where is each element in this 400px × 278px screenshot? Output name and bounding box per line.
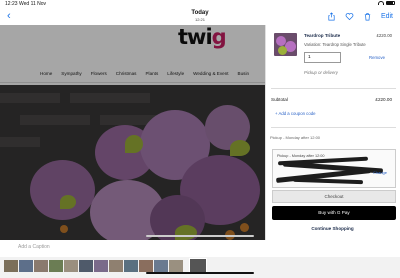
home-indicator (146, 272, 254, 274)
wifi-icon (378, 1, 384, 5)
google-pay-button[interactable]: Buy with G Pay (272, 206, 396, 220)
website-page: twig Home Sympathy Flowers Christmas Pla… (0, 25, 265, 240)
subtotal-value: £220.00 (375, 97, 392, 102)
screenshot-photo: twig Home Sympathy Flowers Christmas Pla… (0, 25, 400, 240)
redaction (292, 177, 364, 185)
page-overlay (0, 25, 265, 240)
cart-item-name[interactable]: Teardrop Tribute (304, 33, 340, 38)
thumbnail[interactable] (124, 260, 138, 272)
thumbnail[interactable] (34, 260, 48, 272)
status-right (378, 1, 395, 5)
checkout-section: Pickup - Monday after 12:00 Pickup - Mon… (265, 135, 400, 240)
edit-button[interactable]: Edit (381, 13, 393, 20)
photos-toolbar: ‹ Today 12:21 Edit (0, 9, 400, 26)
remove-link[interactable]: Remove (369, 55, 385, 60)
thumbnail[interactable] (19, 260, 33, 272)
product-thumbnail (274, 33, 297, 56)
address-text: Pickup - Monday after 12:00 (277, 154, 325, 158)
cart-item-price: £220.00 (376, 33, 392, 38)
cart-item-variation: Variation: Teardrop Single Tribute (304, 42, 366, 47)
caption-bar: Add a Caption (0, 240, 400, 256)
status-time: 12:23 (5, 1, 18, 7)
continue-shopping-link[interactable]: Continue Shopping (265, 226, 400, 231)
thumbnail[interactable] (169, 260, 183, 272)
share-icon[interactable] (327, 12, 336, 21)
thumbnail[interactable] (139, 260, 153, 272)
subtotal-label: Subtotal (271, 97, 288, 102)
quantity-input[interactable]: 1 (304, 52, 341, 63)
heart-icon[interactable] (345, 12, 354, 21)
photo-filmstrip[interactable] (0, 257, 400, 278)
status-bar: 12:23 Wed 11 Nov (0, 0, 400, 9)
shipping-label: Pickup - Monday after 12:00 (270, 135, 321, 140)
thumbnail[interactable] (49, 260, 63, 272)
thumbnail[interactable] (154, 260, 168, 272)
trash-icon[interactable] (363, 12, 372, 21)
status-date: Wed 11 Nov (19, 1, 47, 7)
toolbar-actions: Edit (327, 12, 393, 21)
thumbnail[interactable] (64, 260, 78, 272)
thumbnail[interactable] (79, 260, 93, 272)
thumbnail[interactable] (109, 260, 123, 272)
battery-icon (386, 1, 395, 5)
checkout-button[interactable]: Checkout (272, 190, 396, 203)
scroll-indicator (146, 235, 254, 237)
pickup-delivery-label: Pickup or delivery (304, 70, 338, 75)
change-link[interactable]: Change (373, 170, 387, 175)
thumbnail[interactable] (4, 260, 18, 272)
caption-input[interactable]: Add a Caption (18, 244, 50, 250)
thumbnail[interactable] (94, 260, 108, 272)
divider (271, 127, 396, 128)
divider (271, 88, 396, 89)
pickup-address-card: Pickup - Monday after 12:00 Change (272, 149, 396, 188)
add-coupon-link[interactable]: + Add a coupon code (275, 111, 316, 116)
